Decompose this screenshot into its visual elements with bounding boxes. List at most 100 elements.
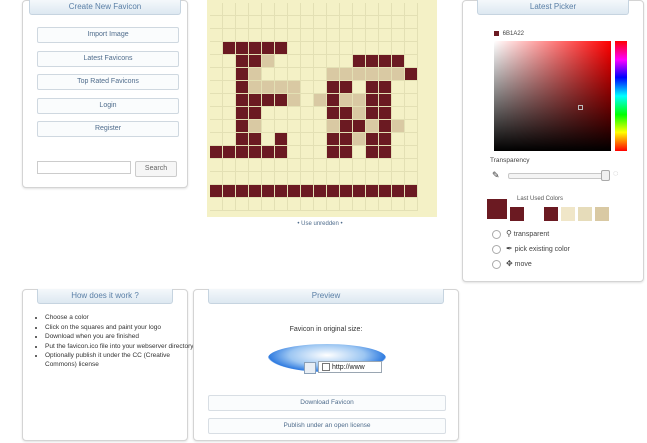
pixel-cell[interactable]	[392, 198, 405, 211]
pixel-cell[interactable]	[288, 81, 301, 94]
pixel-cell[interactable]	[288, 107, 301, 120]
pixel-cell[interactable]	[210, 133, 223, 146]
pixel-cell[interactable]	[210, 146, 223, 159]
transparent-radio[interactable]	[492, 229, 501, 239]
pixel-cell[interactable]	[210, 81, 223, 94]
pixel-cell[interactable]	[262, 185, 275, 198]
pixel-cell[interactable]	[314, 42, 327, 55]
pixel-cell[interactable]	[223, 81, 236, 94]
pixel-cell[interactable]	[236, 42, 249, 55]
pixel-cell[interactable]	[275, 81, 288, 94]
pixel-cell[interactable]	[392, 133, 405, 146]
pixel-cell[interactable]	[379, 185, 392, 198]
pixel-cell[interactable]	[327, 172, 340, 185]
pixel-cell[interactable]	[327, 159, 340, 172]
pixel-cell[interactable]	[340, 120, 353, 133]
pixel-cell[interactable]	[366, 55, 379, 68]
pixel-cell[interactable]	[366, 68, 379, 81]
pixel-cell[interactable]	[210, 107, 223, 120]
move-option[interactable]: ✥ move	[492, 259, 532, 269]
pixel-cell[interactable]	[210, 3, 223, 16]
pixel-cell[interactable]	[223, 16, 236, 29]
pixel-cell[interactable]	[353, 107, 366, 120]
pixel-cell[interactable]	[275, 3, 288, 16]
pixel-cell[interactable]	[379, 94, 392, 107]
pixel-cell[interactable]	[314, 146, 327, 159]
pixel-cell[interactable]	[236, 159, 249, 172]
pixel-cell[interactable]	[366, 133, 379, 146]
pixel-cell[interactable]	[210, 120, 223, 133]
pixel-cell[interactable]	[340, 55, 353, 68]
pixel-cell[interactable]	[236, 133, 249, 146]
pixel-cell[interactable]	[249, 133, 262, 146]
pixel-cell[interactable]	[275, 94, 288, 107]
color-swatch[interactable]	[544, 207, 558, 221]
pixel-cell[interactable]	[262, 3, 275, 16]
pixel-cell[interactable]	[262, 120, 275, 133]
pixel-cell[interactable]	[353, 42, 366, 55]
pixel-cell[interactable]	[366, 29, 379, 42]
pixel-cell[interactable]	[288, 172, 301, 185]
pixel-cell[interactable]	[353, 198, 366, 211]
pixel-cell[interactable]	[288, 55, 301, 68]
pixel-cell[interactable]	[379, 146, 392, 159]
undo-link[interactable]: • Use unredden •	[203, 221, 437, 227]
search-input[interactable]	[37, 161, 131, 174]
pixel-cell[interactable]	[262, 81, 275, 94]
saturation-value-area[interactable]	[494, 41, 611, 151]
pixel-cell[interactable]	[327, 107, 340, 120]
pixel-cell[interactable]	[275, 172, 288, 185]
pixel-cell[interactable]	[314, 185, 327, 198]
pixel-cell[interactable]	[275, 55, 288, 68]
pixel-cell[interactable]	[379, 120, 392, 133]
pixel-cell[interactable]	[301, 55, 314, 68]
pixel-cell[interactable]	[366, 120, 379, 133]
login-button[interactable]: Login	[37, 98, 179, 114]
transparency-slider[interactable]	[508, 173, 606, 179]
download-favicon-button[interactable]: Download Favicon	[208, 395, 446, 411]
pixel-cell[interactable]	[249, 16, 262, 29]
pixel-cell[interactable]	[236, 55, 249, 68]
pixel-cell[interactable]	[236, 198, 249, 211]
pixel-cell[interactable]	[405, 198, 418, 211]
pixel-cell[interactable]	[392, 120, 405, 133]
pixel-cell[interactable]	[275, 120, 288, 133]
pixel-cell[interactable]	[327, 3, 340, 16]
move-radio[interactable]	[492, 259, 501, 269]
pixel-cell[interactable]	[314, 198, 327, 211]
pixel-cell[interactable]	[236, 68, 249, 81]
pixel-cell[interactable]	[392, 3, 405, 16]
register-button[interactable]: Register	[37, 121, 179, 137]
pixel-cell[interactable]	[249, 42, 262, 55]
pixel-cell[interactable]	[353, 159, 366, 172]
pixel-cell[interactable]	[288, 146, 301, 159]
pixel-cell[interactable]	[262, 29, 275, 42]
pixel-cell[interactable]	[314, 120, 327, 133]
pixel-cell[interactable]	[340, 159, 353, 172]
pixel-cell[interactable]	[353, 3, 366, 16]
pixel-cell[interactable]	[210, 159, 223, 172]
pixel-cell[interactable]	[223, 107, 236, 120]
pixel-cell[interactable]	[210, 172, 223, 185]
pixel-cell[interactable]	[210, 185, 223, 198]
pixel-cell[interactable]	[392, 185, 405, 198]
pixel-cell[interactable]	[366, 94, 379, 107]
pixel-cell[interactable]	[210, 198, 223, 211]
pixel-cell[interactable]	[379, 16, 392, 29]
pixel-cell[interactable]	[249, 120, 262, 133]
pixel-cell[interactable]	[236, 185, 249, 198]
pixel-cell[interactable]	[379, 81, 392, 94]
pixel-cell[interactable]	[223, 185, 236, 198]
pixel-cell[interactable]	[275, 185, 288, 198]
pixel-cell[interactable]	[288, 185, 301, 198]
pixel-cell[interactable]	[405, 146, 418, 159]
pixel-cell[interactable]	[288, 42, 301, 55]
pixel-cell[interactable]	[262, 94, 275, 107]
pixel-cell[interactable]	[249, 159, 262, 172]
color-swatch[interactable]	[578, 207, 592, 221]
pixel-cell[interactable]	[210, 55, 223, 68]
pixel-cell[interactable]	[262, 172, 275, 185]
pixel-cell[interactable]	[223, 68, 236, 81]
pixel-cell[interactable]	[340, 81, 353, 94]
pixel-cell[interactable]	[314, 68, 327, 81]
